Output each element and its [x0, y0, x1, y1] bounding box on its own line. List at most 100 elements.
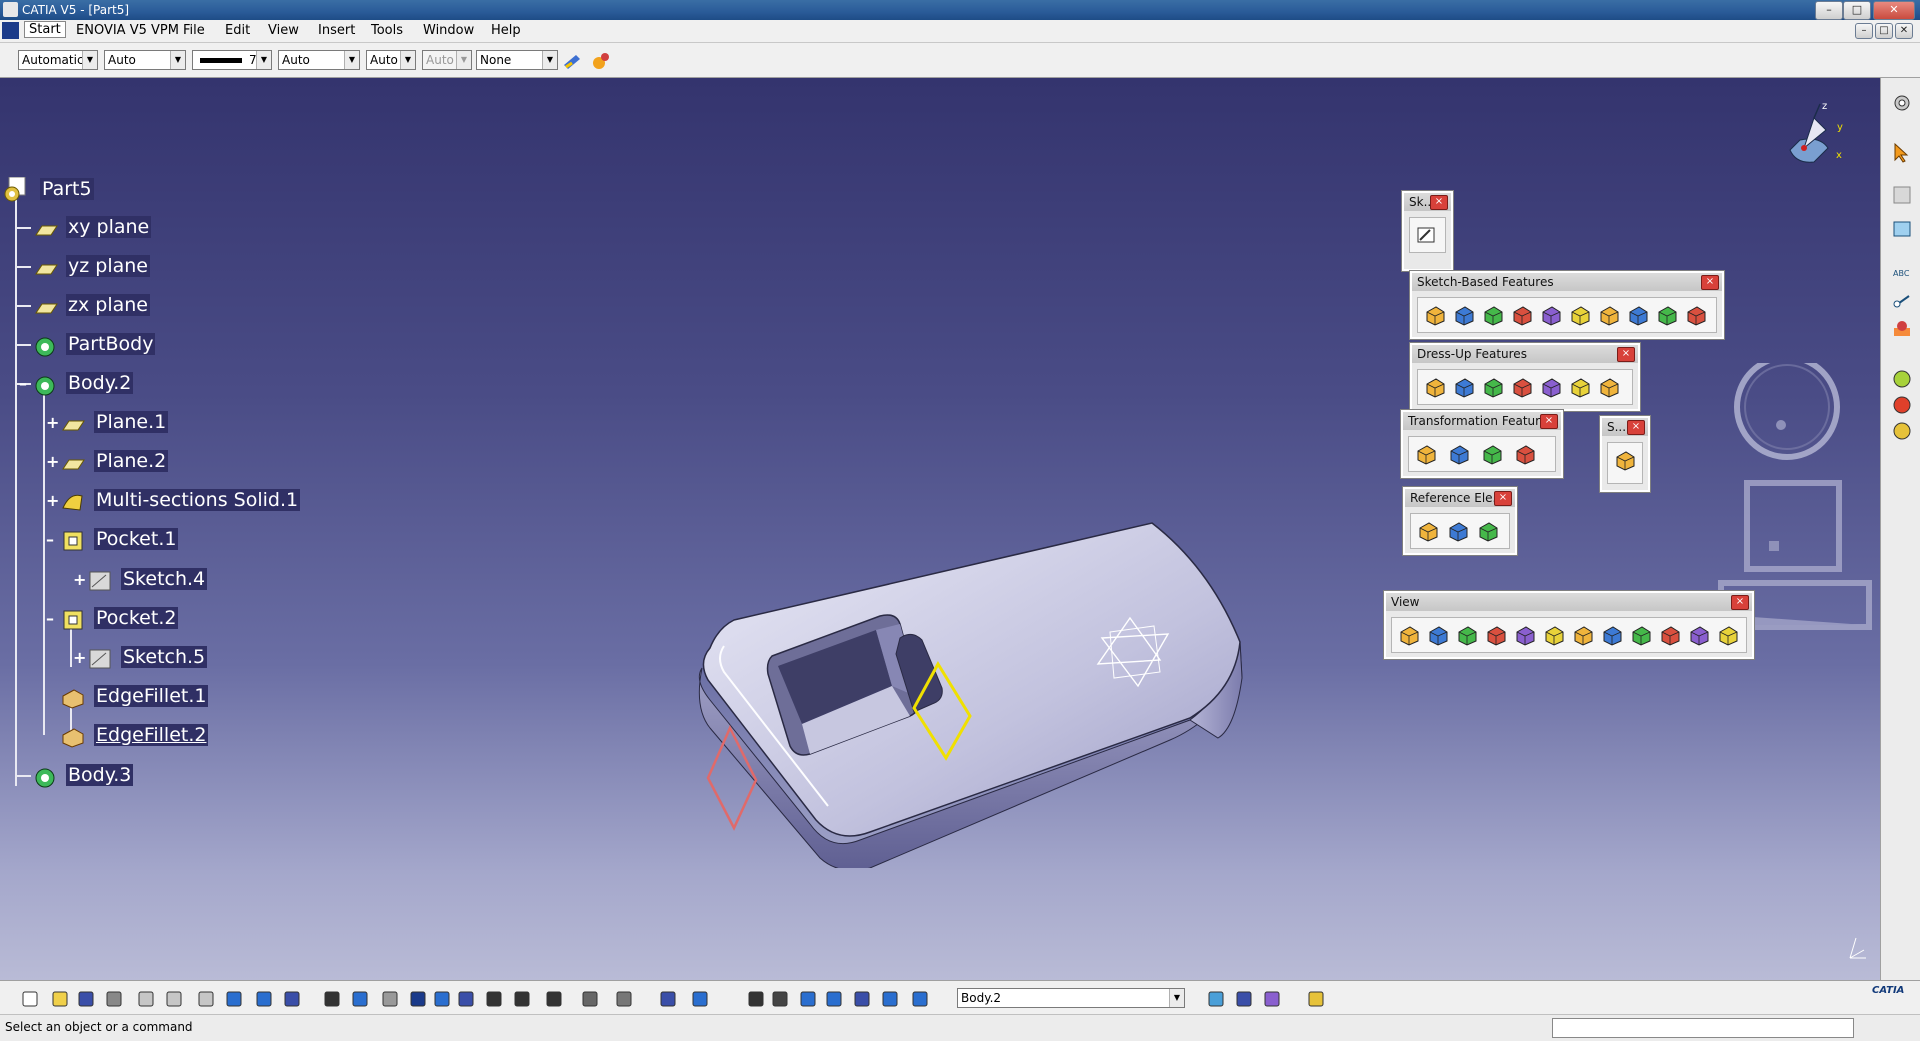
compass-icon[interactable]: z y x [1770, 100, 1850, 180]
rotate-icon[interactable] [1485, 624, 1507, 646]
point-icon[interactable] [1417, 520, 1439, 542]
close-icon[interactable]: × [1701, 275, 1719, 290]
tree-item[interactable]: PartBody [66, 333, 156, 355]
zoom-in-icon[interactable] [1514, 624, 1536, 646]
shell-icon[interactable] [1511, 376, 1533, 398]
close-icon[interactable]: × [1430, 195, 1448, 210]
save-icon[interactable] [76, 989, 96, 1009]
command-input[interactable] [1552, 1018, 1854, 1038]
spin-icon[interactable] [690, 989, 710, 1009]
part-3d-model[interactable] [690, 428, 1250, 868]
tree-item[interactable]: Sketch.5 [121, 646, 208, 668]
minimize-button[interactable]: – [1815, 1, 1843, 20]
tree-item[interactable]: EdgeFillet.2 [94, 724, 209, 746]
close-icon[interactable]: × [1627, 420, 1645, 435]
doc-restore-button[interactable]: □ [1875, 23, 1893, 39]
redo-icon[interactable] [254, 989, 274, 1009]
expand-icon[interactable]: + [46, 454, 59, 470]
text-icon[interactable]: ABC [1891, 262, 1913, 284]
sketch-based-toolbar-header[interactable]: Sketch-Based Features × [1412, 273, 1722, 291]
plane-icon[interactable] [1477, 520, 1499, 542]
undo-icon[interactable] [224, 989, 244, 1009]
plane-ref-icon[interactable] [910, 989, 930, 1009]
table-icon[interactable] [408, 989, 428, 1009]
shading-icon[interactable] [1659, 624, 1681, 646]
3d-viewport[interactable]: Part5 xy plane yz plane zx plane PartBody Bo… [0, 78, 1880, 980]
multi-view-icon[interactable] [1601, 624, 1623, 646]
curvature-analysis-icon[interactable] [1891, 420, 1913, 442]
view-toolbar-header[interactable]: View × [1386, 593, 1752, 611]
dress-up-toolbar-header[interactable]: Dress-Up Features × [1412, 345, 1638, 363]
rib-icon[interactable] [1569, 304, 1591, 326]
shaft-icon[interactable] [1482, 304, 1504, 326]
multisection-solid-icon[interactable] [1656, 304, 1678, 326]
lock-icon[interactable] [580, 989, 600, 1009]
geometry-icon[interactable] [544, 989, 564, 1009]
menu-enovia[interactable]: ENOVIA V5 VPM [76, 23, 179, 38]
formula-icon[interactable] [322, 989, 342, 1009]
select-arrow-icon[interactable] [1891, 142, 1913, 164]
mirror-icon[interactable] [1448, 443, 1470, 465]
coordinates-icon[interactable] [770, 989, 790, 1009]
new-icon[interactable] [20, 989, 40, 1009]
start-menu-icon[interactable] [2, 22, 19, 39]
close-icon[interactable]: × [1617, 347, 1635, 362]
shading-icon[interactable] [1234, 989, 1254, 1009]
copy-icon[interactable] [164, 989, 184, 1009]
fly-mode-icon[interactable] [1398, 624, 1420, 646]
open-icon[interactable] [50, 989, 70, 1009]
measure-icon[interactable] [1891, 218, 1913, 240]
capture-icon[interactable] [614, 989, 634, 1009]
hide-show-icon[interactable] [1688, 624, 1710, 646]
swap-icon[interactable] [512, 989, 532, 1009]
tree-item[interactable]: zx plane [66, 294, 150, 316]
close-icon[interactable]: × [1540, 414, 1558, 429]
expand-icon[interactable]: + [73, 650, 86, 666]
whats-this-icon[interactable] [282, 989, 302, 1009]
knowledge-icon[interactable] [456, 989, 476, 1009]
collapse-icon[interactable]: – [46, 532, 58, 548]
tools-icon[interactable] [1262, 989, 1282, 1009]
surface-toolbar-header[interactable]: S... × [1602, 418, 1648, 436]
tree-item[interactable]: Plane.1 [94, 411, 169, 433]
tree-item[interactable]: EdgeFillet.1 [94, 685, 209, 707]
thread-icon[interactable] [1569, 376, 1591, 398]
chamfer-icon[interactable] [1453, 376, 1475, 398]
comment-icon[interactable] [350, 989, 370, 1009]
analysis-icon[interactable] [1891, 368, 1913, 390]
translation-icon[interactable] [1415, 443, 1437, 465]
menu-edit[interactable]: Edit [225, 23, 250, 38]
insert-body-icon[interactable] [880, 989, 900, 1009]
layer-combo[interactable]: None ▼ [476, 50, 558, 70]
pan-icon[interactable] [1456, 624, 1478, 646]
fit-all-icon[interactable] [1427, 624, 1449, 646]
tree-item[interactable]: Body.2 [66, 372, 134, 394]
split-icon[interactable] [1614, 449, 1636, 471]
line-weight-combo[interactable]: 7 ▼ [192, 50, 272, 70]
removed-multisection-icon[interactable] [1685, 304, 1707, 326]
rotate-icon[interactable] [658, 989, 678, 1009]
slot-icon[interactable] [1598, 304, 1620, 326]
manage-icon[interactable] [1306, 989, 1326, 1009]
menu-start[interactable]: Start [24, 21, 66, 38]
stiffener-icon[interactable] [1627, 304, 1649, 326]
cut-icon[interactable] [136, 989, 156, 1009]
draft-analysis-icon[interactable] [1891, 394, 1913, 416]
sketch-icon[interactable] [1416, 224, 1438, 246]
menu-file[interactable]: File [183, 23, 205, 38]
current-body-combo[interactable]: Body.2 ▼ [957, 988, 1185, 1008]
edge-fillet-icon[interactable] [1424, 376, 1446, 398]
apply-material-icon[interactable] [1891, 318, 1913, 340]
remove-face-icon[interactable] [1598, 376, 1620, 398]
collapse-icon[interactable]: – [46, 611, 58, 627]
annotation-icon[interactable] [1891, 290, 1913, 312]
menu-help[interactable]: Help [491, 23, 521, 38]
expand-icon[interactable]: + [46, 415, 59, 431]
tree-item[interactable]: Pocket.2 [94, 607, 179, 629]
sketcher-toolbar-header[interactable]: Sk... × [1404, 193, 1451, 211]
line-type-combo[interactable]: Auto ▼ [278, 50, 360, 70]
color-combo[interactable]: Automatic ▼ [18, 50, 98, 70]
graphic-properties-icon[interactable] [590, 51, 612, 71]
tree-root-part5[interactable]: Part5 [40, 178, 94, 200]
print-icon[interactable] [104, 989, 124, 1009]
